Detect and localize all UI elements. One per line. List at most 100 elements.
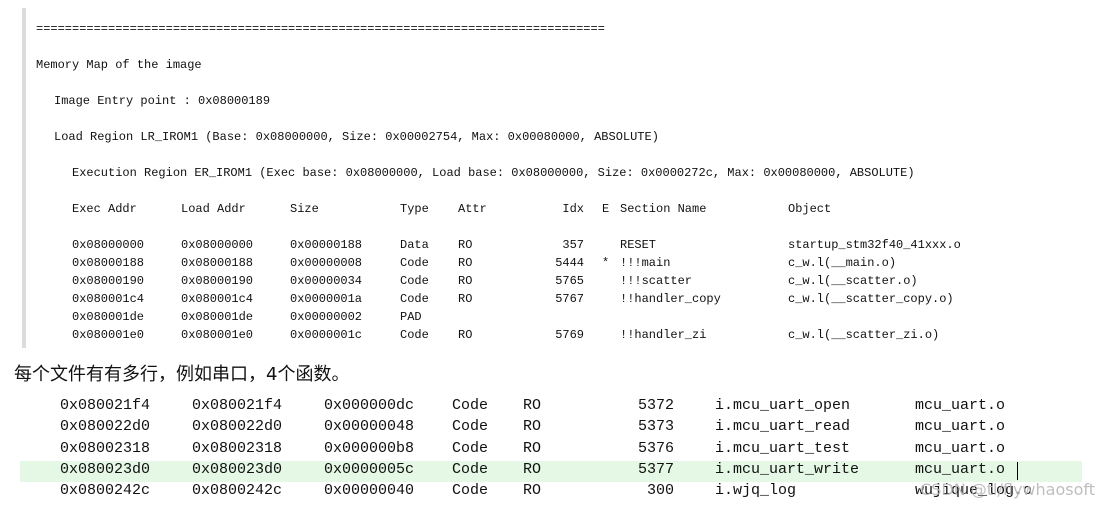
cell-type: Code bbox=[400, 256, 429, 270]
separator-line: ========================================… bbox=[36, 22, 605, 36]
cell-load-addr: 0x080001e0 bbox=[181, 328, 254, 342]
cell-idx: 5377 bbox=[637, 460, 674, 478]
cell-idx: 357 bbox=[562, 238, 584, 252]
cell-type: Code bbox=[400, 274, 429, 288]
cell-type: Code bbox=[452, 439, 489, 457]
cell-exec-addr: 0x080023d0 bbox=[60, 460, 151, 478]
table-row-highlighted: 0x080023d0 0x080023d0 0x0000005c Code RO 5377… bbox=[20, 460, 1082, 482]
cell-object: mcu_uart.o bbox=[915, 418, 1006, 436]
table-row: 0x08000190 0x08000190 0x00000034 Code RO 5765… bbox=[26, 274, 1066, 292]
cell-idx: 5372 bbox=[637, 397, 674, 414]
text-cursor bbox=[1017, 461, 1018, 480]
cell-load-addr: 0x080001de bbox=[181, 310, 254, 324]
cell-section-name: i.mcu_uart_read bbox=[715, 418, 851, 436]
cell-load-addr: 0x080022d0 bbox=[192, 418, 283, 436]
cell-idx: 5444 bbox=[555, 256, 584, 270]
cell-object: c_w.l(__scatter_copy.o) bbox=[788, 292, 954, 306]
cell-load-addr: 0x0800242c bbox=[192, 482, 283, 500]
cell-object: c_w.l(__scatter.o) bbox=[788, 274, 918, 288]
cell-size: 0x000000dc bbox=[324, 397, 415, 414]
table-row: 0x08000000 0x08000000 0x00000188 Data RO 357 R… bbox=[26, 238, 1066, 256]
cell-idx: 5765 bbox=[555, 274, 584, 288]
cell-section-name: !!!scatter bbox=[620, 274, 693, 288]
cell-exec-addr: 0x080001c4 bbox=[72, 292, 145, 306]
cell-size: 0x00000008 bbox=[290, 256, 363, 270]
cell-attr: RO bbox=[523, 439, 542, 457]
table-row: 0x080022d0 0x080022d0 0x00000048 Code RO 5373… bbox=[20, 418, 1082, 439]
cell-idx: 5767 bbox=[555, 292, 584, 306]
cell-load-addr: 0x080001c4 bbox=[181, 292, 254, 306]
cell-exec-addr: 0x08000190 bbox=[72, 274, 145, 288]
cell-section-name: i.mcu_uart_write bbox=[715, 460, 860, 478]
cell-exec-addr: 0x0800242c bbox=[60, 482, 151, 500]
load-region-line: Load Region LR_IROM1 (Base: 0x08000000, … bbox=[54, 130, 659, 144]
cell-object: mcu_uart.o bbox=[915, 439, 1006, 457]
cell-exec-addr: 0x080001e0 bbox=[72, 328, 145, 342]
cell-size: 0x0000001c bbox=[290, 328, 363, 342]
memory-map-title: Memory Map of the image bbox=[36, 58, 202, 72]
table-row: 0x080021f4 0x080021f4 0x000000dc Code RO 5372… bbox=[20, 397, 1082, 418]
cell-section-name: !!handler_copy bbox=[620, 292, 721, 306]
cell-type: Code bbox=[400, 328, 429, 342]
cell-exec-addr: 0x080021f4 bbox=[60, 397, 151, 414]
header-exec-addr: Exec Addr bbox=[72, 202, 137, 216]
header-size: Size bbox=[290, 202, 319, 216]
cell-attr: RO bbox=[523, 482, 542, 500]
caption-text: 每个文件有有多行，例如串口，4个函数。 bbox=[14, 364, 350, 385]
cell-section-name: i.mcu_uart_test bbox=[715, 439, 851, 457]
cell-section-name: !!handler_zi bbox=[620, 328, 707, 342]
exec-region-line: Execution Region ER_IROM1 (Exec base: 0x… bbox=[72, 166, 915, 180]
cell-size: 0x00000188 bbox=[290, 238, 363, 252]
cell-type: Code bbox=[452, 460, 489, 478]
cell-exec-addr: 0x08000000 bbox=[72, 238, 145, 252]
cell-size: 0x000000b8 bbox=[324, 439, 415, 457]
cell-object: c_w.l(__main.o) bbox=[788, 256, 897, 270]
cell-idx: 300 bbox=[646, 482, 674, 500]
table-row: 0x080001e0 0x080001e0 0x0000001c Code RO 5769… bbox=[26, 328, 1066, 346]
cell-exec-addr: 0x080001de bbox=[72, 310, 145, 324]
header-e: E bbox=[602, 202, 610, 216]
memory-map-screenshot: ========================================… bbox=[22, 8, 1076, 348]
cell-attr: RO bbox=[458, 238, 473, 252]
header-idx: Idx bbox=[562, 202, 584, 216]
cell-object: startup_stm32f40_41xxx.o bbox=[788, 238, 961, 252]
cell-section-name: i.mcu_uart_open bbox=[715, 397, 851, 414]
header-type: Type bbox=[400, 202, 429, 216]
cell-attr: RO bbox=[523, 460, 542, 478]
cell-idx: 5769 bbox=[555, 328, 584, 342]
cell-object: mcu_uart.o bbox=[915, 397, 1006, 414]
cell-type: Code bbox=[400, 292, 429, 306]
partial-cut-line: _ _ bbox=[715, 379, 769, 385]
cell-load-addr: 0x080023d0 bbox=[192, 460, 283, 478]
cell-exec-addr: 0x08002318 bbox=[60, 439, 151, 457]
header-section-name: Section Name bbox=[620, 202, 707, 216]
cell-attr: RO bbox=[458, 328, 473, 342]
cell-load-addr: 0x08000000 bbox=[181, 238, 254, 252]
cell-object: c_w.l(__scatter_zi.o) bbox=[788, 328, 940, 342]
cell-type: Code bbox=[452, 482, 489, 500]
cell-type: Data bbox=[400, 238, 429, 252]
header-object: Object bbox=[788, 202, 832, 216]
cell-load-addr: 0x08000188 bbox=[181, 256, 254, 270]
cell-exec-addr: 0x08000188 bbox=[72, 256, 145, 270]
cell-exec-addr: 0x080022d0 bbox=[60, 418, 151, 436]
entry-point-line: Image Entry point : 0x08000189 bbox=[54, 94, 271, 108]
cell-size: 0x00000002 bbox=[290, 310, 363, 324]
cell-attr: RO bbox=[523, 418, 542, 436]
cell-section-name: RESET bbox=[620, 238, 657, 252]
cell-size: 0x00000048 bbox=[324, 418, 415, 436]
cell-load-addr: 0x080021f4 bbox=[192, 397, 283, 414]
cell-attr: RO bbox=[458, 274, 473, 288]
cell-size: 0x00000034 bbox=[290, 274, 363, 288]
cell-size: 0x0000005c bbox=[324, 460, 415, 478]
cell-section-name: !!!main bbox=[620, 256, 671, 270]
cell-attr: RO bbox=[458, 292, 473, 306]
cell-type: Code bbox=[452, 418, 489, 436]
cell-load-addr: 0x08000190 bbox=[181, 274, 254, 288]
table-row: 0x08002318 0x08002318 0x000000b8 Code RO 5376… bbox=[20, 440, 1082, 461]
cell-object: mcu_uart.o bbox=[915, 460, 1006, 478]
cell-size: 0x00000040 bbox=[324, 482, 415, 500]
cell-attr: RO bbox=[458, 256, 473, 270]
watermark: CSDN @tl/flywhaosoft bbox=[920, 480, 1095, 499]
cell-type: Code bbox=[452, 397, 489, 414]
